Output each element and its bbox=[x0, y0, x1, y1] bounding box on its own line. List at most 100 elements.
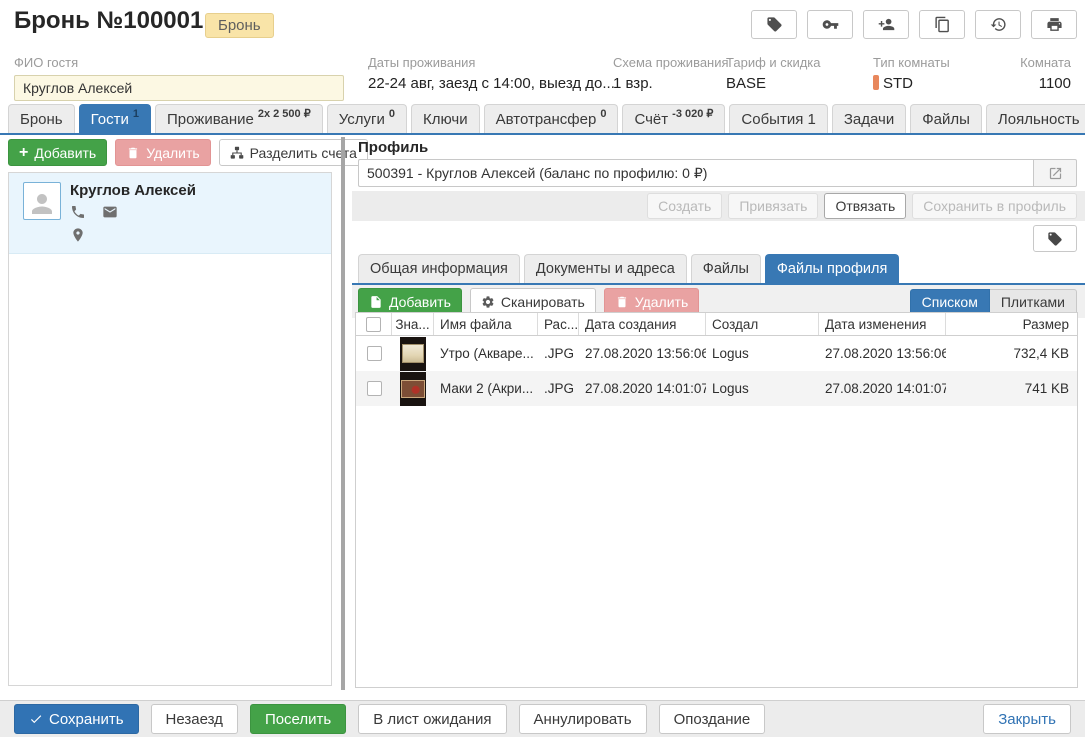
cell: 732,4 KB bbox=[946, 336, 1077, 371]
tab-badge: 1 bbox=[133, 109, 139, 120]
add-guest-to-list-button[interactable]: +Добавить bbox=[8, 139, 107, 166]
column-header-7: Размер bbox=[946, 313, 1077, 335]
main-tab-uslugi[interactable]: Услуги0 bbox=[327, 104, 407, 133]
status-badge: Бронь bbox=[205, 13, 274, 38]
main-tab-gosti[interactable]: Гости 1 bbox=[79, 104, 151, 133]
link-profile-button[interactable]: Привязать bbox=[728, 193, 818, 219]
room-type-value: STD bbox=[873, 75, 950, 92]
panel-splitter[interactable] bbox=[341, 137, 345, 690]
tags-button[interactable] bbox=[751, 10, 797, 39]
history-icon bbox=[990, 16, 1007, 33]
guest-name-input[interactable] bbox=[14, 75, 344, 101]
room-value: 1100 bbox=[1020, 75, 1071, 92]
table-row[interactable]: Маки 2 (Акри....JPG27.08.2020 14:01:07Lo… bbox=[356, 371, 1077, 406]
profile-tab-fajly-profilya[interactable]: Файлы профиля bbox=[765, 254, 899, 283]
delete-file-button[interactable]: Удалить bbox=[604, 288, 699, 315]
profile-tags-button[interactable] bbox=[1033, 225, 1077, 252]
scheme-value: 1 взр. bbox=[613, 75, 729, 92]
profile-tab-obshchaya[interactable]: Общая информация bbox=[358, 254, 520, 283]
late-button[interactable]: Опоздание bbox=[659, 704, 766, 734]
open-profile-button[interactable] bbox=[1033, 159, 1077, 187]
create-profile-button[interactable]: Создать bbox=[647, 193, 722, 219]
tab-label: Файлы bbox=[703, 261, 749, 277]
save-button[interactable]: Сохранить bbox=[14, 704, 139, 734]
delete-guest-button[interactable]: Удалить bbox=[115, 139, 210, 166]
column-header-3: Рас... bbox=[538, 313, 579, 335]
cell: Logus bbox=[706, 336, 819, 371]
cell: Logus bbox=[706, 371, 819, 406]
cell: .JPG bbox=[538, 336, 579, 371]
check-in-button[interactable]: Поселить bbox=[250, 704, 346, 734]
table-row[interactable]: Утро (Акваре....JPG27.08.2020 13:56:06Lo… bbox=[356, 336, 1077, 371]
profile-tab-fajly[interactable]: Файлы bbox=[691, 254, 761, 283]
scheme-label: Схема проживания bbox=[613, 55, 729, 70]
key-icon bbox=[822, 16, 839, 33]
scan-button[interactable]: Сканировать bbox=[470, 288, 596, 315]
copy-button[interactable] bbox=[919, 10, 965, 39]
tab-label: Документы и адреса bbox=[536, 261, 675, 277]
tab-label: Автотрансфер bbox=[496, 111, 597, 128]
room-field: Комната 1100 bbox=[1020, 55, 1071, 92]
person-icon bbox=[27, 189, 57, 219]
mail-icon bbox=[102, 204, 118, 220]
unlink-profile-button[interactable]: Отвязать bbox=[824, 193, 906, 219]
no-show-button[interactable]: Незаезд bbox=[151, 704, 238, 734]
column-header-5: Создал bbox=[706, 313, 819, 335]
check-icon bbox=[29, 712, 43, 726]
files-table-body: Утро (Акваре....JPG27.08.2020 13:56:06Lo… bbox=[356, 336, 1077, 406]
guest-name-label: ФИО гостя bbox=[14, 55, 346, 70]
gear-icon bbox=[481, 295, 495, 309]
split-bills-icon bbox=[230, 146, 244, 160]
main-tab-prozhivanie[interactable]: Проживание2x 2 500 ₽ bbox=[155, 104, 323, 133]
tab-badge: 0 bbox=[600, 109, 606, 120]
add-file-button[interactable]: Добавить bbox=[358, 288, 462, 315]
annul-button[interactable]: Аннулировать bbox=[519, 704, 647, 734]
trash-icon bbox=[615, 295, 629, 309]
copy-icon bbox=[934, 16, 951, 33]
tab-label: Ключи bbox=[423, 111, 468, 128]
room-type-marker bbox=[873, 75, 879, 90]
keys-button[interactable] bbox=[807, 10, 853, 39]
add-guest-button[interactable] bbox=[863, 10, 909, 39]
tag-icon bbox=[766, 16, 783, 33]
room-label: Комната bbox=[1020, 55, 1071, 70]
guests-toolbar: +Добавить Удалить Разделить счета bbox=[8, 139, 368, 166]
profile-panel: Профиль Создать Привязать Отвязать Сохра… bbox=[352, 135, 1085, 700]
view-tiles-button[interactable]: Плитками bbox=[990, 289, 1077, 315]
main-tab-klyuchi[interactable]: Ключи bbox=[411, 104, 480, 133]
waitlist-button[interactable]: В лист ожидания bbox=[358, 704, 506, 734]
row-checkbox[interactable] bbox=[367, 346, 382, 361]
row-checkbox[interactable] bbox=[367, 381, 382, 396]
cell: .JPG bbox=[538, 371, 579, 406]
guest-card[interactable]: Круглов Алексей bbox=[9, 173, 331, 254]
tab-label: Гости bbox=[91, 111, 129, 128]
main-tab-loyalnost[interactable]: Лояльность bbox=[986, 104, 1085, 133]
main-tab-bron[interactable]: Бронь bbox=[8, 104, 75, 133]
view-list-button[interactable]: Списком bbox=[910, 289, 990, 315]
select-all-checkbox[interactable] bbox=[366, 317, 381, 332]
tab-label: Счёт bbox=[634, 111, 668, 128]
tab-label: Услуги bbox=[339, 111, 385, 128]
tab-label: Лояльность bbox=[998, 111, 1080, 128]
files-table: Зна...Имя файлаРас...Дата созданияСоздал… bbox=[355, 312, 1078, 688]
cell-select bbox=[356, 336, 392, 371]
split-bills-button[interactable]: Разделить счета bbox=[219, 139, 368, 166]
files-table-header: Зна...Имя файлаРас...Дата созданияСоздал… bbox=[356, 313, 1077, 336]
column-header-2: Имя файла bbox=[434, 313, 538, 335]
tab-label: Задачи bbox=[844, 111, 894, 128]
profile-tab-dokumenty[interactable]: Документы и адреса bbox=[524, 254, 687, 283]
main-tab-fajly[interactable]: Файлы bbox=[910, 104, 982, 133]
tab-label: Бронь bbox=[20, 111, 63, 128]
guest-name-field: ФИО гостя bbox=[14, 55, 346, 101]
main-tab-sobytiya[interactable]: События 1 bbox=[729, 104, 827, 133]
history-button[interactable] bbox=[975, 10, 1021, 39]
footer-bar: Сохранить Незаезд Поселить В лист ожидан… bbox=[0, 700, 1085, 737]
main-tab-schet[interactable]: Счёт-3 020 ₽ bbox=[622, 104, 725, 133]
save-to-profile-button[interactable]: Сохранить в профиль bbox=[912, 193, 1077, 219]
close-button[interactable]: Закрыть bbox=[983, 704, 1071, 734]
profile-input[interactable] bbox=[358, 159, 1033, 187]
main-tab-avtotransfer[interactable]: Автотрансфер0 bbox=[484, 104, 619, 133]
file-icon bbox=[369, 295, 383, 309]
print-button[interactable] bbox=[1031, 10, 1077, 39]
main-tab-zadachi[interactable]: Задачи bbox=[832, 104, 906, 133]
